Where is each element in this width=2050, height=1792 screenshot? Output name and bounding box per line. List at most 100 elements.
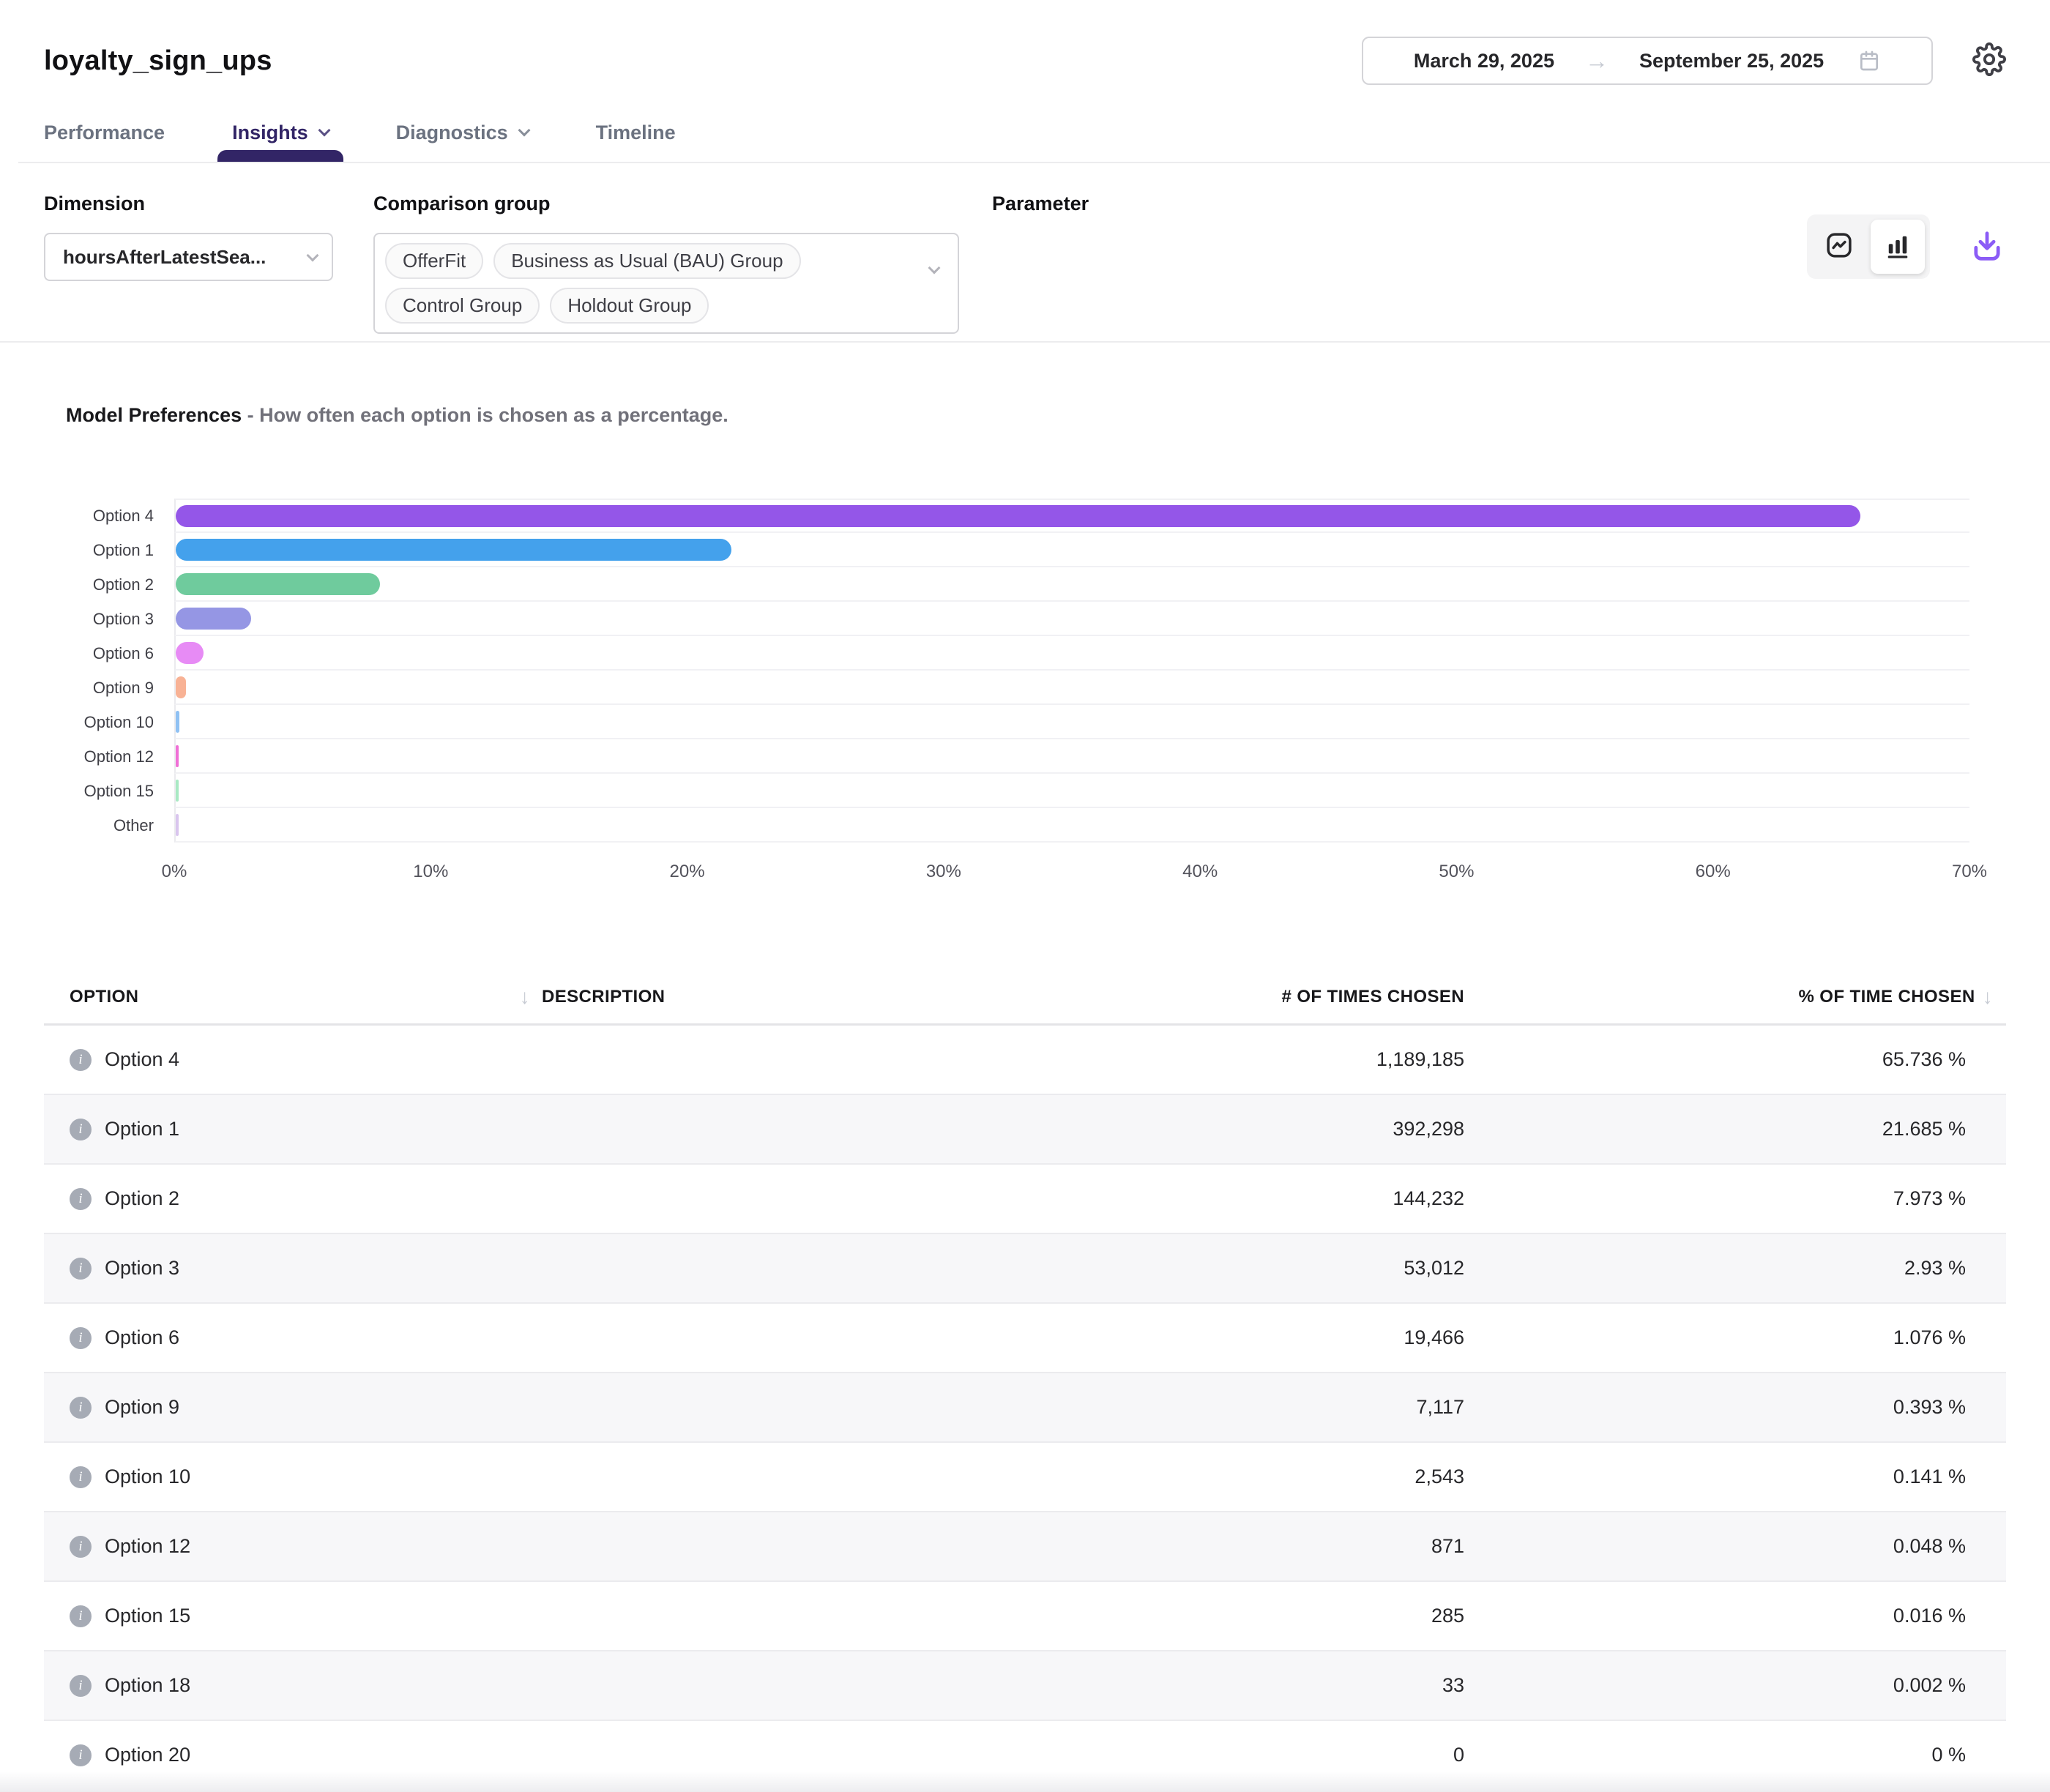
info-icon[interactable]: i bbox=[70, 1188, 92, 1210]
tab-insights[interactable]: Insights bbox=[232, 122, 329, 162]
tab-label: Timeline bbox=[596, 122, 676, 144]
x-axis-tick: 30% bbox=[926, 862, 961, 882]
comparison-chip[interactable]: Business as Usual (BAU) Group bbox=[493, 243, 800, 279]
times-chosen-cell: 2,543 bbox=[966, 1466, 1464, 1488]
info-icon[interactable]: i bbox=[70, 1605, 92, 1627]
date-range-end[interactable]: September 25, 2025 bbox=[1639, 50, 1824, 72]
chart-bar[interactable] bbox=[176, 505, 1860, 527]
option-cell: iOption 6 bbox=[44, 1326, 542, 1349]
option-cell: i Option 18 bbox=[44, 1674, 542, 1697]
parameter-label: Parameter bbox=[992, 193, 1089, 215]
pct-time-chosen-cell: 1.076 % bbox=[1464, 1326, 2006, 1349]
comparison-group-select[interactable]: OfferFit Business as Usual (BAU) Group Con… bbox=[373, 233, 959, 334]
chart-category-label: Option 12 bbox=[44, 739, 174, 774]
chart-bar-track bbox=[174, 705, 1969, 739]
pct-time-chosen-cell: 0.393 % bbox=[1464, 1396, 2006, 1419]
chevron-down-icon bbox=[318, 124, 330, 136]
chart-row: Option 6 bbox=[44, 636, 1969, 671]
chart-bar[interactable] bbox=[176, 608, 251, 630]
sort-descending-icon[interactable]: ↓ bbox=[1983, 985, 1993, 1009]
chart-bar[interactable] bbox=[176, 711, 179, 733]
date-range-start[interactable]: March 29, 2025 bbox=[1414, 50, 1554, 72]
info-icon[interactable]: i bbox=[70, 1119, 92, 1140]
info-icon[interactable]: i bbox=[70, 1466, 92, 1488]
chart-bar[interactable] bbox=[176, 780, 179, 802]
info-icon[interactable]: i bbox=[70, 1397, 92, 1419]
bottom-edge-strip bbox=[0, 1772, 2050, 1792]
chart-category-label: Option 3 bbox=[44, 602, 174, 636]
times-chosen-cell: 0 bbox=[966, 1744, 1464, 1766]
bar-chart-toggle-button[interactable] bbox=[1871, 220, 1925, 274]
info-icon[interactable]: i bbox=[70, 1327, 92, 1349]
info-icon[interactable]: i bbox=[70, 1536, 92, 1558]
model-preferences-chart: Option 4Option 1Option 2Option 3Option 6… bbox=[44, 499, 2006, 843]
chart-bar-track bbox=[174, 636, 1969, 671]
chart-bar[interactable] bbox=[176, 573, 380, 595]
x-axis-spacer bbox=[44, 843, 174, 895]
chart-plot-rows: Option 4Option 1Option 2Option 3Option 6… bbox=[44, 499, 1969, 843]
chart-category-label: Option 6 bbox=[44, 636, 174, 671]
x-axis-tick: 10% bbox=[413, 862, 448, 882]
info-icon[interactable]: i bbox=[70, 1744, 92, 1766]
comparison-chip[interactable]: Holdout Group bbox=[550, 288, 709, 324]
column-header-option[interactable]: OPTION ↓ bbox=[44, 985, 542, 1009]
times-chosen-cell: 871 bbox=[966, 1535, 1464, 1558]
table-row: iOption 152850.016 % bbox=[44, 1582, 2006, 1651]
times-chosen-cell: 19,466 bbox=[966, 1326, 1464, 1349]
option-name: Option 12 bbox=[105, 1535, 190, 1558]
table-row: iOption 102,5430.141 % bbox=[44, 1443, 2006, 1512]
dimension-select-value: hoursAfterLatestSea... bbox=[63, 246, 266, 269]
times-chosen-cell: 392,298 bbox=[966, 1118, 1464, 1140]
tab-diagnostics[interactable]: Diagnostics bbox=[396, 122, 529, 162]
x-axis-tick: 0% bbox=[162, 862, 187, 882]
sort-descending-icon[interactable]: ↓ bbox=[520, 985, 530, 1009]
chart-row: Option 2 bbox=[44, 567, 1969, 602]
x-axis-tick: 20% bbox=[670, 862, 705, 882]
download-icon bbox=[1968, 226, 2006, 268]
date-range-picker[interactable]: March 29, 2025 → September 25, 2025 bbox=[1362, 37, 1933, 85]
chart-row: Option 3 bbox=[44, 602, 1969, 636]
tab-timeline[interactable]: Timeline bbox=[596, 122, 676, 162]
times-chosen-cell: 144,232 bbox=[966, 1187, 1464, 1210]
chart-category-label: Option 15 bbox=[44, 774, 174, 808]
comparison-chip[interactable]: Control Group bbox=[385, 288, 540, 324]
column-header-description[interactable]: DESCRIPTION bbox=[542, 987, 966, 1007]
pct-time-chosen-cell: 65.736 % bbox=[1464, 1048, 2006, 1071]
chart-bar[interactable] bbox=[176, 745, 179, 767]
line-chart-toggle-button[interactable] bbox=[1812, 220, 1866, 274]
option-cell: iOption 3 bbox=[44, 1257, 542, 1280]
chart-bar[interactable] bbox=[176, 642, 204, 664]
arrow-right-icon: → bbox=[1585, 48, 1609, 75]
options-table-header: OPTION ↓ DESCRIPTION # OF TIMES CHOSEN %… bbox=[44, 970, 2006, 1026]
option-name: Option 18 bbox=[105, 1674, 190, 1697]
info-icon[interactable]: i bbox=[70, 1675, 92, 1697]
info-icon[interactable]: i bbox=[70, 1258, 92, 1280]
download-button[interactable] bbox=[1968, 226, 2006, 268]
pct-time-chosen-cell: 7.973 % bbox=[1464, 1187, 2006, 1210]
tab-label: Insights bbox=[232, 122, 308, 144]
chart-row: Option 10 bbox=[44, 705, 1969, 739]
chart-bar[interactable] bbox=[176, 814, 179, 836]
option-name: Option 2 bbox=[105, 1187, 179, 1210]
chart-bar-track bbox=[174, 739, 1969, 774]
option-cell: iOption 1 bbox=[44, 1118, 542, 1140]
chart-x-axis: 0%10%20%30%40%50%60%70% bbox=[174, 843, 1969, 895]
chart-bar[interactable] bbox=[176, 539, 731, 561]
page-body: Dimension hoursAfterLatestSea... Compari… bbox=[0, 193, 2050, 334]
chart-bar[interactable] bbox=[176, 676, 186, 698]
dimension-select[interactable]: hoursAfterLatestSea... bbox=[44, 233, 333, 281]
settings-button[interactable] bbox=[1972, 42, 2006, 80]
tab-performance[interactable]: Performance bbox=[44, 122, 165, 162]
option-cell: iOption 9 bbox=[44, 1396, 542, 1419]
option-cell: iOption 4 bbox=[44, 1048, 542, 1071]
calendar-icon bbox=[1857, 49, 1881, 72]
column-header-times-chosen[interactable]: # OF TIMES CHOSEN bbox=[966, 987, 1464, 1007]
comparison-chip[interactable]: OfferFit bbox=[385, 243, 483, 279]
comparison-group-filter: Comparison group OfferFitBusiness as Usu… bbox=[373, 193, 959, 334]
x-axis-tick: 40% bbox=[1182, 862, 1218, 882]
info-icon[interactable]: i bbox=[70, 1049, 92, 1071]
options-table-body: iOption 41,189,18565.736 %iOption 1392,2… bbox=[44, 1026, 2006, 1791]
chart-bar-track bbox=[174, 671, 1969, 705]
column-header-pct-chosen[interactable]: % OF TIME CHOSEN ↓ bbox=[1464, 985, 2006, 1009]
chart-row: Option 15 bbox=[44, 774, 1969, 808]
